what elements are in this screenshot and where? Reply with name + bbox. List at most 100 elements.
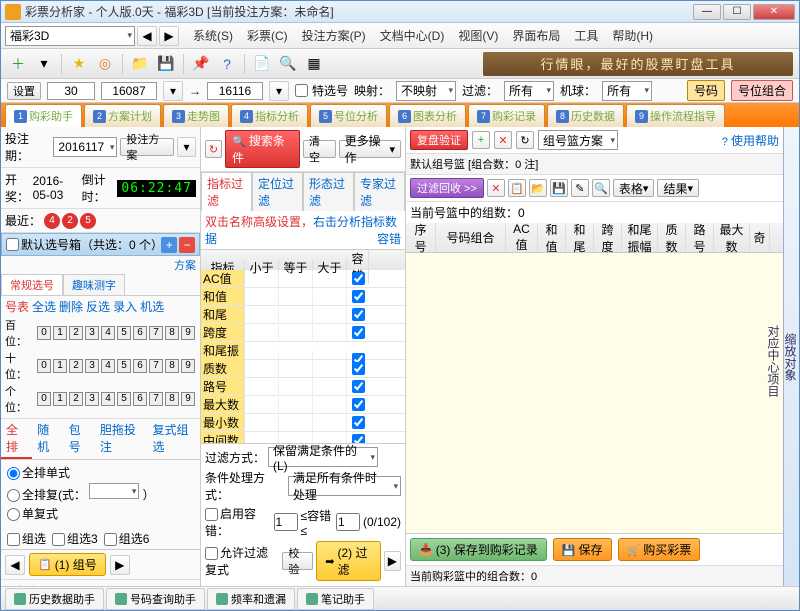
- menu-item[interactable]: 界面布局: [506, 27, 566, 44]
- main-tab[interactable]: 6图表分析: [389, 104, 466, 127]
- err-min[interactable]: [274, 513, 298, 531]
- step3-button[interactable]: 📥 (3) 保存到购彩记录: [410, 538, 547, 561]
- delete-selection-icon[interactable]: −: [179, 237, 195, 253]
- step1-prev-icon[interactable]: ◀: [5, 555, 25, 575]
- nav-prev-icon[interactable]: ◀: [137, 26, 157, 46]
- indicator-row[interactable]: 和尾振幅: [201, 342, 405, 360]
- subtab[interactable]: 常规选号: [1, 274, 63, 295]
- mode-tab[interactable]: 全排: [1, 419, 32, 459]
- plan-link[interactable]: 方案: [1, 256, 200, 274]
- buy-button[interactable]: 🛒 购买彩票: [618, 538, 701, 561]
- grid-edit-icon[interactable]: ✎: [571, 179, 589, 197]
- main-tab[interactable]: 5号位分析: [310, 104, 387, 127]
- grid-icon[interactable]: ▦: [303, 53, 325, 75]
- add-icon[interactable]: ＋: [7, 53, 29, 75]
- main-tab[interactable]: 2方案计划: [84, 104, 161, 127]
- replay-verify-button[interactable]: 复盘验证: [410, 130, 468, 150]
- clear-button[interactable]: 清空: [303, 140, 336, 158]
- digit-cell[interactable]: 8: [165, 359, 179, 373]
- digit-cell[interactable]: 5: [117, 359, 131, 373]
- digit-action[interactable]: 全选: [32, 298, 56, 315]
- grid-open-icon[interactable]: 📂: [529, 179, 547, 197]
- digit-cell[interactable]: 2: [69, 326, 83, 340]
- digit-cell[interactable]: 4: [101, 326, 115, 340]
- digit-cell[interactable]: 2: [69, 359, 83, 373]
- filter-combo[interactable]: 所有: [504, 81, 554, 101]
- digit-cell[interactable]: 5: [117, 392, 131, 406]
- mode-check[interactable]: 组选: [7, 530, 46, 547]
- cond-mode-combo[interactable]: 满足所有条件时处理: [288, 476, 401, 496]
- indicator-row[interactable]: 最小数: [201, 414, 405, 432]
- indicator-row[interactable]: AC值: [201, 270, 405, 288]
- digit-cell[interactable]: 2: [69, 392, 83, 406]
- bottom-tab[interactable]: 号码查询助手: [106, 588, 205, 610]
- save-icon[interactable]: 💾: [155, 53, 177, 75]
- dup-check[interactable]: 允许过滤复式: [205, 544, 279, 578]
- filter-tab[interactable]: 指标过滤: [201, 172, 252, 211]
- refresh-icon[interactable]: ↻: [205, 140, 222, 158]
- main-tab[interactable]: 4指标分析: [231, 104, 308, 127]
- indicator-row[interactable]: 跨度: [201, 324, 405, 342]
- indicator-err-check[interactable]: [352, 398, 365, 411]
- digit-cell[interactable]: 4: [101, 359, 115, 373]
- help-icon[interactable]: ?: [216, 53, 238, 75]
- step1-button[interactable]: 📋 (1) 组号: [29, 553, 106, 576]
- filter-tab[interactable]: 专家过滤: [354, 172, 405, 211]
- result-button[interactable]: 结果 ▾: [657, 179, 699, 197]
- grid-save-icon[interactable]: 💾: [550, 179, 568, 197]
- range-end-dropdown-icon[interactable]: ▾: [269, 81, 289, 101]
- digit-cell[interactable]: 3: [85, 326, 99, 340]
- folder-icon[interactable]: 📁: [129, 53, 151, 75]
- digit-cell[interactable]: 0: [37, 359, 51, 373]
- doc-icon[interactable]: 📄: [251, 53, 273, 75]
- grid-search-icon[interactable]: 🔍: [592, 179, 610, 197]
- digit-cell[interactable]: 8: [165, 392, 179, 406]
- special-checkbox[interactable]: 特选号: [295, 82, 348, 99]
- chip-haowei[interactable]: 号位组合: [731, 80, 793, 101]
- err-enable-check[interactable]: 启用容错：: [205, 505, 271, 539]
- add-selection-icon[interactable]: +: [161, 237, 177, 253]
- basket-add-icon[interactable]: +: [472, 131, 490, 149]
- digit-cell[interactable]: 9: [181, 359, 195, 373]
- minimize-button[interactable]: —: [693, 4, 721, 20]
- indicator-row[interactable]: 质数: [201, 360, 405, 378]
- digit-cell[interactable]: 6: [133, 326, 147, 340]
- menu-item[interactable]: 视图(V): [452, 27, 504, 44]
- nav-next-icon[interactable]: ▶: [159, 26, 179, 46]
- filter-mode-combo[interactable]: 保留满足条件的(L): [268, 447, 378, 467]
- digit-cell[interactable]: 1: [53, 392, 67, 406]
- menu-item[interactable]: 文档中心(D): [374, 27, 451, 44]
- banner-ad[interactable]: 行情眼，最好的股票盯盘工具: [483, 52, 793, 76]
- digit-cell[interactable]: 6: [133, 359, 147, 373]
- digit-cell[interactable]: 9: [181, 392, 195, 406]
- indicator-err-check[interactable]: [352, 362, 365, 375]
- map-combo[interactable]: 不映射: [396, 81, 456, 101]
- search-icon[interactable]: 🔍: [277, 53, 299, 75]
- step2-button[interactable]: ➡ (2) 过滤: [316, 541, 380, 581]
- indicator-err-check[interactable]: [352, 380, 365, 393]
- digit-cell[interactable]: 4: [101, 392, 115, 406]
- mode-tab[interactable]: 胆拖投注: [95, 419, 148, 459]
- indicator-err-check[interactable]: [352, 326, 365, 339]
- filter-tab[interactable]: 形态过滤: [303, 172, 354, 211]
- digit-cell[interactable]: 0: [37, 326, 51, 340]
- indicator-row[interactable]: 路号: [201, 378, 405, 396]
- digit-cell[interactable]: 9: [181, 326, 195, 340]
- plan-dropdown-icon[interactable]: ▾: [177, 137, 196, 157]
- indicator-row[interactable]: 和值: [201, 288, 405, 306]
- digit-cell[interactable]: 3: [85, 359, 99, 373]
- digit-action[interactable]: 号表: [5, 298, 29, 315]
- star-icon[interactable]: ★: [68, 53, 90, 75]
- range-start[interactable]: [101, 82, 157, 100]
- menu-item[interactable]: 投注方案(P): [296, 27, 372, 44]
- indicator-row[interactable]: 最大数: [201, 396, 405, 414]
- basket-del-icon[interactable]: ✕: [494, 131, 512, 149]
- main-tab[interactable]: 9操作流程指导: [626, 104, 725, 127]
- digit-cell[interactable]: 7: [149, 392, 163, 406]
- mode-check[interactable]: 组选6: [104, 530, 150, 547]
- digit-cell[interactable]: 3: [85, 392, 99, 406]
- main-tab[interactable]: 1购彩助手: [5, 104, 82, 127]
- bottom-tab[interactable]: 历史数据助手: [5, 588, 104, 610]
- digit-action[interactable]: 机选: [140, 298, 164, 315]
- right-sidebar[interactable]: 缩放对象对应中心项目: [783, 127, 799, 586]
